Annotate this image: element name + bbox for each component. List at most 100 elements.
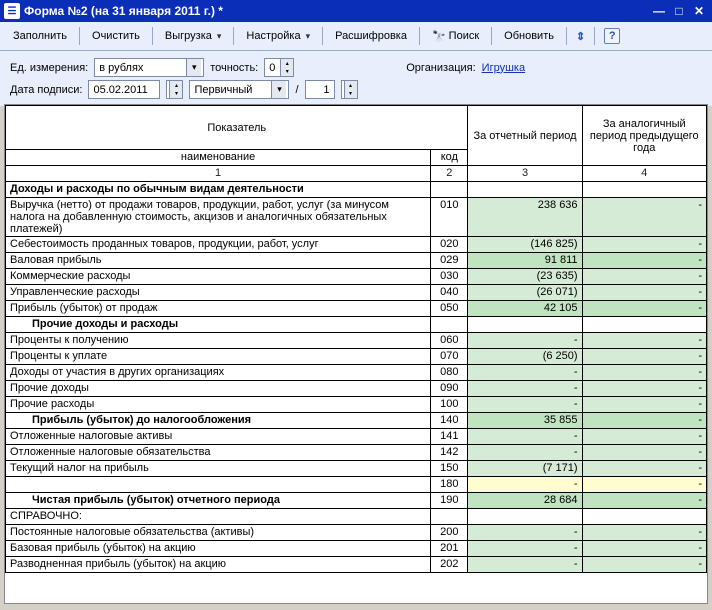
cell-value-prev[interactable]: -	[582, 461, 706, 477]
table-row[interactable]: Валовая прибыль02991 811-	[6, 253, 707, 269]
cell-value-prev[interactable]: -	[582, 237, 706, 253]
table-row[interactable]: Проценты к уплате070(6 250)-	[6, 349, 707, 365]
cell-value-current[interactable]: -	[468, 477, 582, 493]
cell-value-current[interactable]: 91 811	[468, 253, 582, 269]
sign-date-spinner[interactable]	[166, 80, 183, 99]
cell-value-prev[interactable]: -	[582, 285, 706, 301]
cell-code: 070	[431, 349, 468, 365]
report-grid[interactable]: Показатель За отчетный период За аналоги…	[4, 104, 708, 604]
table-row[interactable]: Базовая прибыль (убыток) на акцию201--	[6, 541, 707, 557]
table-row[interactable]: Прибыль (убыток) до налогообложения14035…	[6, 413, 707, 429]
expand-collapse-button[interactable]: ⇕	[572, 27, 589, 46]
cell-value-prev[interactable]: -	[582, 381, 706, 397]
table-row[interactable]: Проценты к получению060--	[6, 333, 707, 349]
cell-code: 080	[431, 365, 468, 381]
settings-menu[interactable]: Настройка	[239, 27, 317, 45]
decode-button[interactable]: Расшифровка	[328, 27, 414, 45]
table-row[interactable]: Прочие доходы090--	[6, 381, 707, 397]
cell-value-prev[interactable]	[582, 182, 706, 198]
cell-value-prev[interactable]: -	[582, 493, 706, 509]
cell-value-prev[interactable]: -	[582, 541, 706, 557]
maximize-button[interactable]: □	[670, 3, 688, 19]
table-row[interactable]: Прочие доходы и расходы	[6, 317, 707, 333]
cell-value-current[interactable]	[468, 317, 582, 333]
table-row[interactable]: Выручка (нетто) от продажи товаров, прод…	[6, 198, 707, 237]
table-row[interactable]: Коммерческие расходы030(23 635)-	[6, 269, 707, 285]
cell-value-current[interactable]: 238 636	[468, 198, 582, 237]
seq-spinner[interactable]	[341, 80, 358, 99]
cell-value-prev[interactable]: -	[582, 445, 706, 461]
seq-input[interactable]: 1	[305, 80, 335, 99]
table-row[interactable]: Чистая прибыль (убыток) отчетного период…	[6, 493, 707, 509]
cell-value-current[interactable]: -	[468, 365, 582, 381]
table-row[interactable]: Отложенные налоговые обязательства142--	[6, 445, 707, 461]
cell-name: Чистая прибыль (убыток) отчетного период…	[6, 493, 431, 509]
search-button[interactable]: 🔭Поиск	[425, 27, 486, 46]
sign-date-input[interactable]: 05.02.2011	[88, 80, 160, 99]
org-link[interactable]: Игрушка	[482, 62, 525, 74]
cell-value-current[interactable]: -	[468, 445, 582, 461]
cell-value-current[interactable]: (146 825)	[468, 237, 582, 253]
table-row[interactable]: Разводненная прибыль (убыток) на акцию20…	[6, 557, 707, 573]
cell-value-current[interactable]: -	[468, 525, 582, 541]
table-row[interactable]: Себестоимость проданных товаров, продукц…	[6, 237, 707, 253]
table-row[interactable]: Отложенные налоговые активы141--	[6, 429, 707, 445]
cell-value-current[interactable]: (26 071)	[468, 285, 582, 301]
org-label: Организация:	[406, 62, 475, 74]
cell-value-prev[interactable]	[582, 509, 706, 525]
cell-value-prev[interactable]: -	[582, 365, 706, 381]
table-row[interactable]: Управленческие расходы040(26 071)-	[6, 285, 707, 301]
help-button[interactable]: ?	[600, 25, 624, 47]
unit-combo[interactable]: в рублях	[94, 58, 204, 77]
cell-code: 150	[431, 461, 468, 477]
cell-value-current[interactable]: (23 635)	[468, 269, 582, 285]
cell-value-current[interactable]: -	[468, 381, 582, 397]
cell-value-current[interactable]: -	[468, 429, 582, 445]
cell-value-current[interactable]: -	[468, 333, 582, 349]
cell-name	[6, 477, 431, 493]
cell-name: Выручка (нетто) от продажи товаров, прод…	[6, 198, 431, 237]
table-row[interactable]: Доходы и расходы по обычным видам деятел…	[6, 182, 707, 198]
cell-value-prev[interactable]: -	[582, 413, 706, 429]
table-row[interactable]: Текущий налог на прибыль150(7 171)-	[6, 461, 707, 477]
cell-value-prev[interactable]: -	[582, 397, 706, 413]
cell-value-current[interactable]: 28 684	[468, 493, 582, 509]
cell-value-prev[interactable]: -	[582, 301, 706, 317]
cell-value-current[interactable]: (7 171)	[468, 461, 582, 477]
cell-value-current[interactable]: -	[468, 541, 582, 557]
hdr-code: код	[431, 150, 468, 166]
cell-value-current[interactable]	[468, 182, 582, 198]
refresh-button[interactable]: Обновить	[497, 27, 561, 45]
cell-value-prev[interactable]: -	[582, 269, 706, 285]
table-row[interactable]: Прочие расходы100--	[6, 397, 707, 413]
minimize-button[interactable]: —	[650, 3, 668, 19]
cell-value-current[interactable]: 35 855	[468, 413, 582, 429]
cell-value-prev[interactable]: -	[582, 477, 706, 493]
precision-spinner[interactable]: 0	[264, 58, 294, 77]
cell-value-prev[interactable]: -	[582, 429, 706, 445]
cell-value-prev[interactable]: -	[582, 198, 706, 237]
close-button[interactable]: ✕	[690, 3, 708, 19]
cell-value-current[interactable]: 42 105	[468, 301, 582, 317]
table-row[interactable]: Прибыль (убыток) от продаж05042 105-	[6, 301, 707, 317]
cell-value-prev[interactable]: -	[582, 333, 706, 349]
cell-value-prev[interactable]: -	[582, 557, 706, 573]
cell-value-current[interactable]: -	[468, 557, 582, 573]
cell-value-current[interactable]	[468, 509, 582, 525]
cell-value-prev[interactable]: -	[582, 253, 706, 269]
cell-value-current[interactable]: (6 250)	[468, 349, 582, 365]
table-row[interactable]: СПРАВОЧНО:	[6, 509, 707, 525]
table-row[interactable]: Постоянные налоговые обязательства (акти…	[6, 525, 707, 541]
table-row[interactable]: 180--	[6, 477, 707, 493]
cell-value-prev[interactable]: -	[582, 349, 706, 365]
cell-value-prev[interactable]	[582, 317, 706, 333]
help-icon: ?	[604, 28, 620, 44]
kind-combo[interactable]: Первичный	[189, 80, 289, 99]
export-menu[interactable]: Выгрузка	[158, 27, 229, 45]
fill-button[interactable]: Заполнить	[6, 27, 74, 45]
cell-value-prev[interactable]: -	[582, 525, 706, 541]
cell-value-current[interactable]: -	[468, 397, 582, 413]
cell-name: Коммерческие расходы	[6, 269, 431, 285]
table-row[interactable]: Доходы от участия в других организациях0…	[6, 365, 707, 381]
clear-button[interactable]: Очистить	[85, 27, 147, 45]
